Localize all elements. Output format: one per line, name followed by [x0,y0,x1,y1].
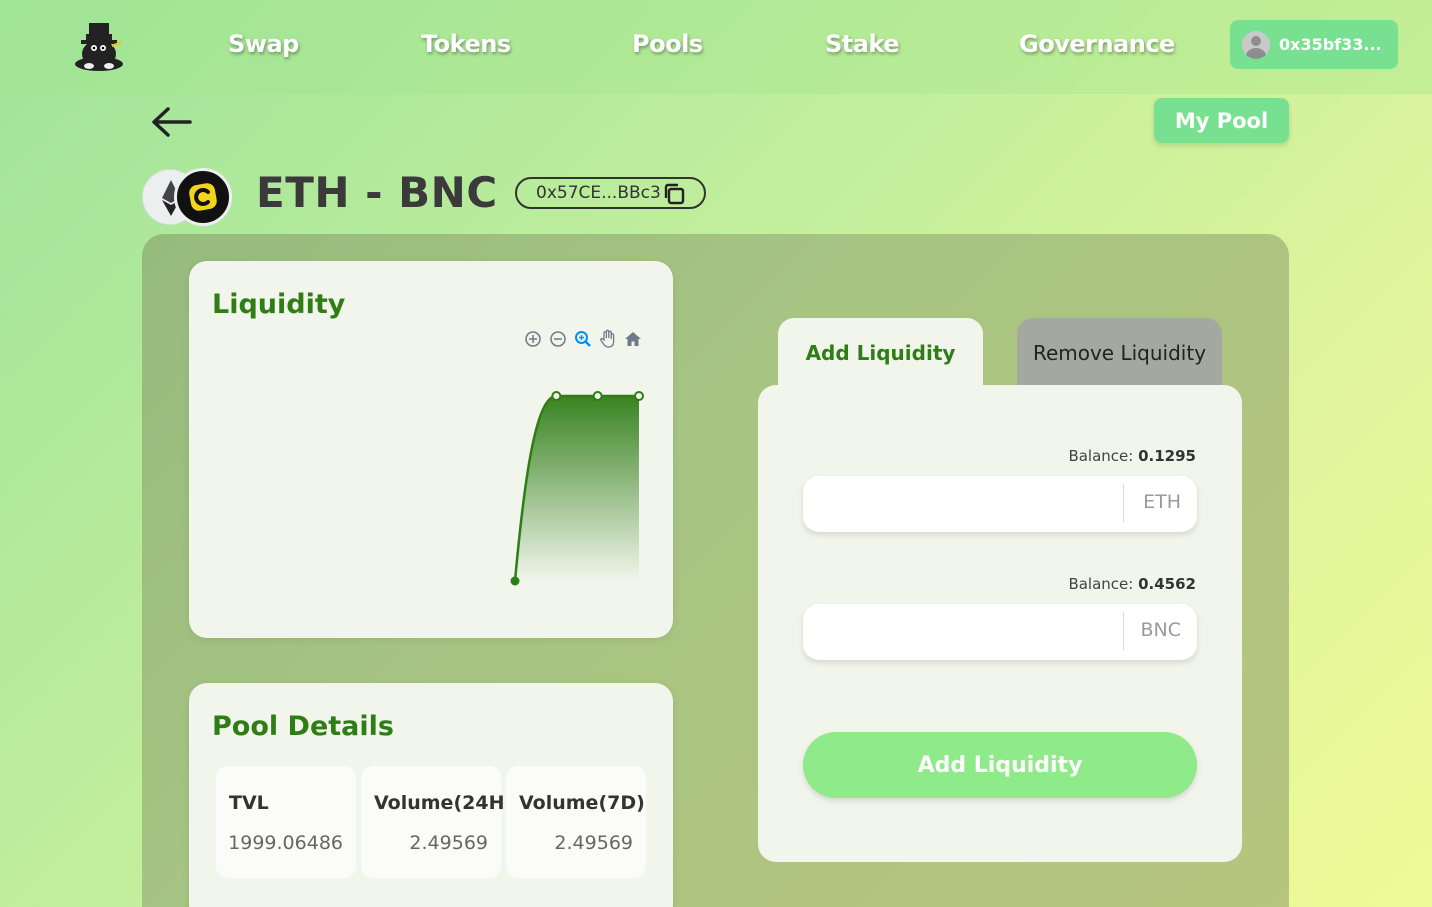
stat-label: TVL [229,792,269,814]
liquidity-chart [510,391,644,586]
pool-address: 0x57CE...BBc3 [536,183,661,203]
add-liquidity-button[interactable]: Add Liquidity [803,732,1197,798]
divider [1123,484,1124,522]
balance-label: Balance: [1068,575,1134,593]
stat-volume-24h: Volume(24H) 2.49569 [361,766,513,878]
stat-volume-7d: Volume(7D) 2.49569 [506,766,646,878]
pool-details-card: Pool Details TVL 1999.06486 Volume(24H) … [189,683,673,907]
bnc-token-icon [174,168,232,226]
bnc-balance: Balance: 0.4562 [1068,575,1196,593]
logo-icon[interactable] [72,20,126,72]
stat-label: Volume(24H) [374,792,514,814]
bnc-amount-field: BNC [803,604,1197,660]
avatar [1242,30,1270,59]
stat-value: 2.49569 [409,832,488,854]
eth-unit-label: ETH [1143,491,1181,513]
eth-amount-field: ETH [803,476,1197,532]
eth-amount-input[interactable] [803,476,1123,532]
liquidity-card: Liquidity [189,261,673,638]
nav-tokens[interactable]: Tokens [421,30,511,58]
divider [1123,612,1124,650]
add-liquidity-form: Balance: 0.1295 ETH Balance: 0.4562 BNC … [758,385,1242,862]
bnc-unit-label: BNC [1140,619,1181,641]
pair-title: ETH - BNC [256,168,498,217]
nav-swap[interactable]: Swap [228,30,299,58]
wallet-address: 0x35bf33... [1279,35,1382,54]
copy-icon[interactable] [662,182,686,206]
balance-label: Balance: [1068,447,1134,465]
liquidity-point [551,391,562,401]
top-navbar: Swap Tokens Pools Stake Governance 0x35b… [0,0,1432,94]
nav-pools[interactable]: Pools [632,30,703,58]
balance-value: 0.1295 [1138,447,1196,465]
nav-stake[interactable]: Stake [825,30,900,58]
back-arrow-icon[interactable] [148,102,194,142]
tab-add-liquidity[interactable]: Add Liquidity [778,318,983,388]
pool-details-title: Pool Details [212,711,394,742]
liquidity-point [510,576,520,586]
stat-value: 1999.06486 [228,832,343,854]
nav-governance[interactable]: Governance [1019,30,1175,58]
liquidity-point [592,391,603,401]
my-pool-button[interactable]: My Pool [1154,98,1289,143]
stat-tvl: TVL 1999.06486 [216,766,356,878]
eth-balance: Balance: 0.1295 [1068,447,1196,465]
wallet-button[interactable]: 0x35bf33... [1230,20,1398,69]
balance-value: 0.4562 [1138,575,1196,593]
stat-value: 2.49569 [554,832,633,854]
stat-label: Volume(7D) [519,792,645,814]
tab-remove-liquidity[interactable]: Remove Liquidity [1017,318,1222,388]
liquidity-point [634,391,644,401]
liquidity-area [515,396,639,581]
pair-token-icons [142,168,232,226]
pool-address-pill[interactable]: 0x57CE...BBc3 [515,177,706,209]
bnc-amount-input[interactable] [803,604,1123,660]
